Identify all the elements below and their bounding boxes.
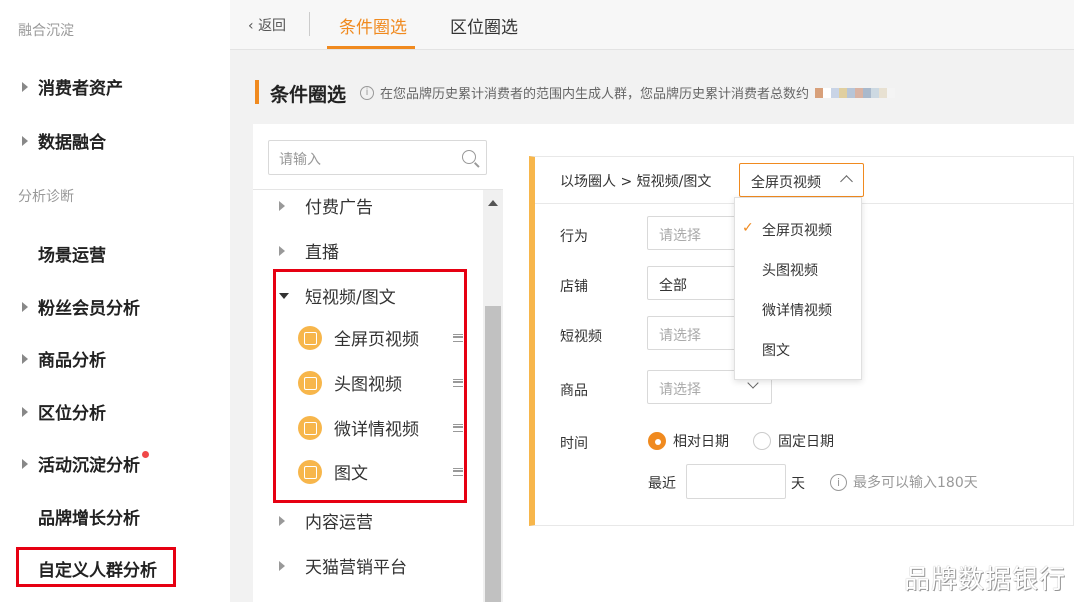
info-icon: i	[830, 473, 847, 491]
days-hint: i 最多可以输入180天	[830, 472, 978, 492]
left-nav: 融合沉淀 消费者资产 数据融合 分析诊断 场景运营 粉丝会员分析 商品分析 区位…	[0, 0, 230, 602]
search-icon[interactable]	[462, 150, 476, 164]
nav-item-fans-members[interactable]: 粉丝会员分析	[22, 294, 140, 319]
caret-right-icon	[279, 200, 285, 211]
breadcrumb: 以场圈人 > 短视频/图文	[560, 174, 712, 190]
select-placeholder: 请选择	[659, 228, 701, 244]
nav-item-label: 品牌增长分析	[38, 509, 140, 529]
caret-right-icon	[22, 353, 28, 364]
day-unit: 天	[791, 476, 805, 492]
caret-right-icon	[279, 515, 285, 526]
back-link[interactable]: ‹ 返回	[248, 15, 286, 35]
nav-item-product-analysis[interactable]: 商品分析	[22, 346, 106, 371]
time-label: 时间	[560, 436, 588, 452]
dropdown-option[interactable]: 图文	[762, 340, 790, 360]
nav-item-location-analysis[interactable]: 区位分析	[22, 399, 106, 424]
nav-item-label: 场景运营	[38, 246, 106, 266]
nav-item-label: 活动沉淀分析	[38, 456, 140, 476]
chevron-up-icon	[840, 175, 853, 188]
product-label: 商品	[560, 383, 588, 399]
title-info: i 在您品牌历史累计消费者的范围内生成人群，您品牌历史累计消费者总数约	[360, 83, 896, 102]
tree-node-label: 天猫营销平台	[305, 558, 407, 578]
tree-node-tmall-marketing[interactable]: 天猫营销平台	[279, 553, 407, 578]
caret-right-icon	[22, 301, 28, 312]
page-title: 条件圈选	[270, 84, 347, 106]
tree-header: 请输入	[253, 124, 503, 190]
highlight-box	[273, 269, 467, 503]
select-value: 全部	[659, 278, 687, 294]
search-placeholder: 请输入	[279, 152, 321, 168]
video-type-dropdown: 全屏页视频 头图视频 微详情视频 图文	[734, 197, 862, 380]
recent-label: 最近	[648, 476, 676, 492]
radio-label: 相对日期	[673, 434, 729, 450]
nav-item-label: 粉丝会员分析	[38, 299, 140, 319]
nav-item-label: 数据融合	[38, 133, 106, 153]
radio-fixed-date[interactable]: 固定日期	[753, 431, 834, 451]
hint-text: 最多可以输入180天	[853, 475, 978, 491]
tab-location-select[interactable]: 区位圈选	[450, 13, 518, 38]
video-label: 短视频	[560, 329, 602, 345]
behavior-label: 行为	[560, 229, 588, 245]
radio-checked-icon	[648, 432, 666, 450]
redacted-count	[815, 87, 896, 98]
tree-panel: 请输入 付费广告 直播 短视频/图文 全屏页视频 头图视频 微详情视频 图文 内…	[253, 124, 503, 602]
nav-item-label: 消费者资产	[38, 79, 123, 99]
chevron-left-icon: ‹	[248, 18, 259, 34]
store-label: 店铺	[560, 279, 588, 295]
title-info-text: 在您品牌历史累计消费者的范围内生成人群，您品牌历史累计消费者总数约	[380, 87, 810, 102]
active-tab-underline	[327, 46, 415, 49]
highlight-box	[16, 547, 176, 587]
tree-node-label: 内容运营	[305, 513, 373, 533]
tree-node-paid-ads[interactable]: 付费广告	[279, 193, 373, 218]
dropdown-option[interactable]: 头图视频	[762, 260, 818, 280]
back-label: 返回	[258, 18, 287, 34]
radio-unchecked-icon	[753, 432, 771, 450]
video-type-select[interactable]: 全屏页视频	[739, 163, 864, 197]
select-placeholder: 请选择	[659, 328, 701, 344]
radio-relative-date[interactable]: 相对日期	[648, 431, 729, 451]
nav-item-campaign-analysis[interactable]: 活动沉淀分析	[22, 451, 149, 476]
dropdown-option[interactable]: 微详情视频	[762, 300, 832, 320]
caret-right-icon	[279, 560, 285, 571]
radio-label: 固定日期	[778, 434, 834, 450]
nav-group-label: 融合沉淀	[18, 23, 74, 39]
top-tabs: ‹ 返回 条件圈选 区位圈选	[230, 0, 1074, 50]
scrollbar[interactable]	[483, 190, 503, 602]
nav-item-consumer-assets[interactable]: 消费者资产	[22, 74, 123, 99]
dropdown-option[interactable]: 全屏页视频	[742, 220, 832, 240]
tab-condition-select[interactable]: 条件圈选	[339, 13, 407, 38]
tree-node-label: 直播	[305, 243, 339, 263]
caret-right-icon	[22, 458, 28, 469]
divider	[309, 12, 310, 36]
notification-dot	[142, 451, 149, 458]
caret-right-icon	[22, 135, 28, 146]
title-accent-bar	[255, 80, 259, 104]
select-value: 全屏页视频	[751, 175, 821, 191]
watermark: 品牌数据银行	[903, 565, 1066, 595]
caret-right-icon	[22, 406, 28, 417]
nav-item-label: 区位分析	[38, 404, 106, 424]
nav-item-data-fusion[interactable]: 数据融合	[22, 128, 106, 153]
tree-node-content-ops[interactable]: 内容运营	[279, 508, 373, 533]
days-input[interactable]	[686, 464, 786, 499]
nav-item-brand-growth[interactable]: 品牌增长分析	[22, 504, 140, 529]
scrollbar-thumb[interactable]	[485, 306, 501, 602]
select-placeholder: 请选择	[659, 382, 701, 398]
info-icon: i	[360, 85, 374, 100]
scroll-up-icon[interactable]	[488, 200, 498, 206]
nav-item-label: 商品分析	[38, 351, 106, 371]
caret-right-icon	[279, 245, 285, 256]
tree-node-live[interactable]: 直播	[279, 238, 339, 263]
nav-group-label: 分析诊断	[18, 189, 74, 205]
tree-node-label: 付费广告	[305, 198, 373, 218]
caret-right-icon	[22, 81, 28, 92]
search-input[interactable]: 请输入	[268, 140, 487, 175]
nav-item-scene-ops[interactable]: 场景运营	[22, 241, 106, 266]
